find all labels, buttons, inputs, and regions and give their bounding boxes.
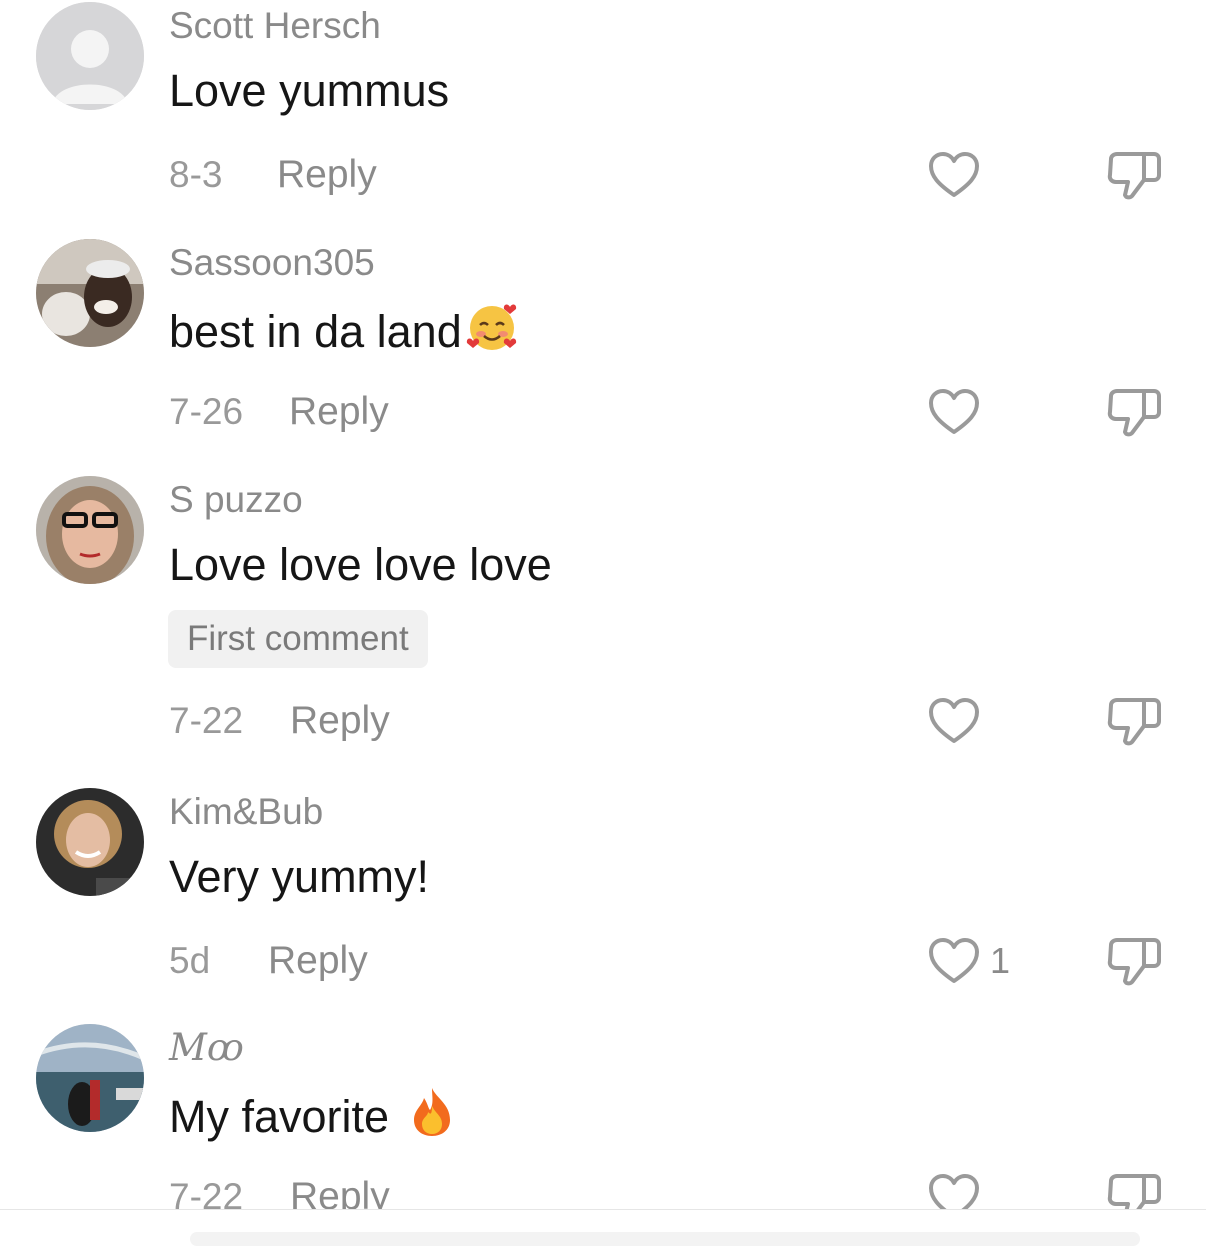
reply-button[interactable]: Reply: [289, 387, 389, 437]
heart-outline-icon[interactable]: [928, 388, 980, 436]
heart-outline-icon[interactable]: [928, 151, 980, 199]
thumbs-down-outline-icon[interactable]: [1106, 937, 1162, 987]
thumbs-down-outline-icon[interactable]: [1106, 388, 1162, 438]
avatar[interactable]: [36, 239, 144, 347]
comment-username[interactable]: Kim&Bub: [169, 790, 323, 834]
user-photo: [36, 476, 144, 584]
reply-button[interactable]: Reply: [277, 150, 377, 200]
comment-text: best in da land: [169, 301, 518, 359]
heart-outline-icon[interactable]: [928, 937, 980, 985]
avatar[interactable]: [36, 476, 144, 584]
comment-username[interactable]: Mꝏ: [169, 1026, 244, 1070]
comment-date: 7-22: [169, 700, 244, 741]
fire-icon: [406, 1086, 458, 1138]
avatar[interactable]: [36, 1024, 144, 1132]
comment-username[interactable]: Sassoon305: [169, 241, 375, 285]
comment-text: My favorite: [169, 1086, 458, 1144]
avatar[interactable]: [36, 788, 144, 896]
user-photo: [36, 239, 144, 347]
divider: [0, 1209, 1206, 1210]
heart-outline-icon[interactable]: [928, 697, 980, 745]
comment-input-bar[interactable]: [190, 1232, 1140, 1246]
comment-date: 5d: [169, 940, 211, 981]
thumbs-down-outline-icon[interactable]: [1106, 697, 1162, 747]
smiling-face-with-hearts-icon: [466, 301, 518, 353]
avatar[interactable]: [36, 2, 144, 110]
like-count: 1: [990, 940, 1011, 981]
comment-date: 7-26: [169, 391, 244, 432]
comment-text-content: best in da land: [169, 306, 462, 357]
comment-text-content: My favorite: [169, 1091, 402, 1142]
default-avatar-icon: [36, 2, 144, 110]
comment-date: 8-3: [169, 154, 223, 195]
user-photo: [36, 1024, 144, 1132]
user-photo: [36, 788, 144, 896]
comment-text: Love love love love: [169, 539, 552, 590]
comment-username[interactable]: Scott Hersch: [169, 4, 381, 48]
comment-username[interactable]: S puzzo: [169, 478, 303, 522]
thumbs-down-outline-icon[interactable]: [1106, 151, 1162, 201]
comment-text: Very yummy!: [169, 851, 430, 902]
first-comment-badge: First comment: [168, 610, 428, 668]
reply-button[interactable]: Reply: [268, 936, 368, 986]
reply-button[interactable]: Reply: [290, 696, 390, 746]
comment-text: Love yummus: [169, 65, 450, 116]
